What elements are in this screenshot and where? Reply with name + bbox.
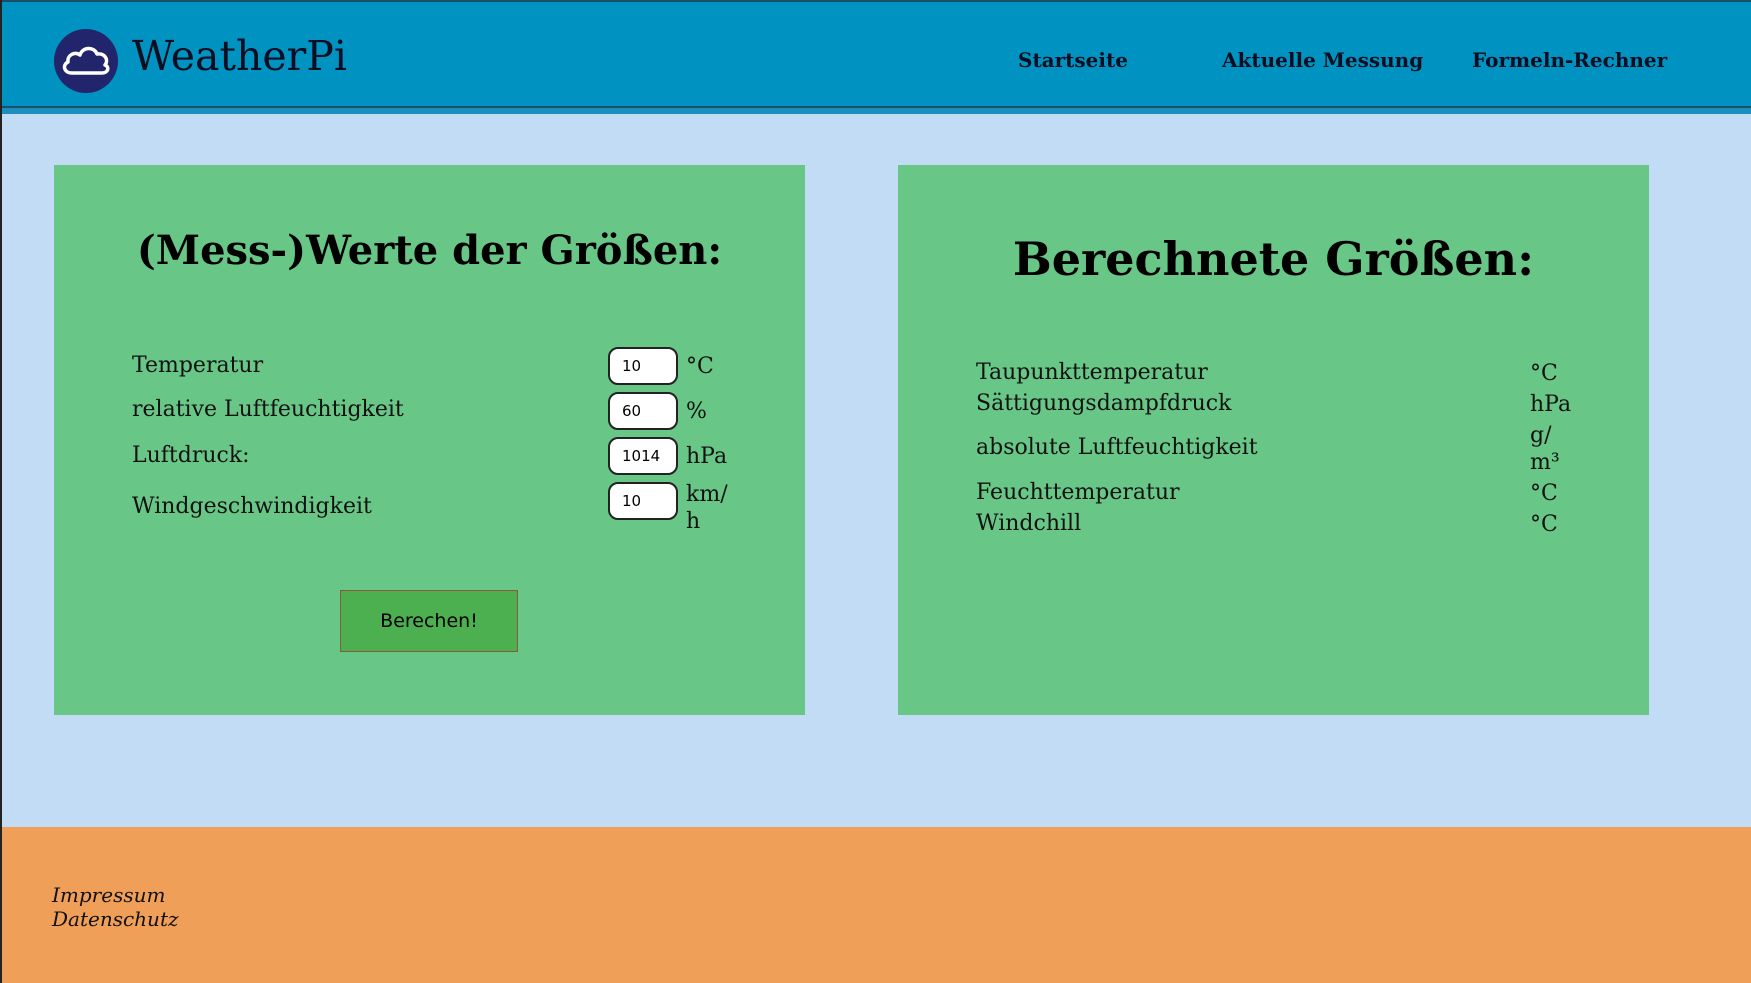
computed-values-panel: Berechnete Größen: Taupunkttemperatur °C… bbox=[898, 165, 1649, 715]
impressum-link[interactable]: Impressum bbox=[52, 883, 165, 907]
temperature-unit: °C bbox=[686, 354, 714, 379]
absolute-humidity-label: absolute Luftfeuchtigkeit bbox=[976, 435, 1258, 460]
wet-bulb-label: Feuchttemperatur bbox=[976, 480, 1180, 505]
dewpoint-unit: °C bbox=[1530, 361, 1558, 386]
header-underline bbox=[2, 108, 1751, 114]
absolute-humidity-unit: g/m³ bbox=[1530, 423, 1560, 475]
nav-startseite[interactable]: Startseite bbox=[1018, 48, 1128, 72]
saturation-pressure-label: Sättigungsdampfdruck bbox=[976, 391, 1232, 416]
input-values-panel: (Mess-)Werte der Größen: Temperatur °C r… bbox=[54, 165, 805, 715]
windspeed-unit: km/h bbox=[686, 482, 728, 534]
saturation-pressure-unit: hPa bbox=[1530, 392, 1572, 417]
pressure-unit: hPa bbox=[686, 444, 728, 469]
wet-bulb-unit: °C bbox=[1530, 481, 1558, 506]
brand-name[interactable]: WeatherPi bbox=[132, 32, 347, 80]
windchill-label: Windchill bbox=[976, 511, 1082, 536]
pressure-input[interactable] bbox=[608, 437, 678, 475]
top-header: WeatherPi Startseite Aktuelle Messung Fo… bbox=[2, 0, 1751, 108]
calculate-button[interactable]: Berechen! bbox=[340, 590, 518, 652]
humidity-input[interactable] bbox=[608, 392, 678, 430]
windspeed-input[interactable] bbox=[608, 482, 678, 520]
windspeed-label: Windgeschwindigkeit bbox=[132, 494, 372, 519]
humidity-unit: % bbox=[686, 399, 707, 424]
datenschutz-link[interactable]: Datenschutz bbox=[52, 907, 179, 931]
humidity-label: relative Luftfeuchtigkeit bbox=[132, 397, 404, 422]
temperature-input[interactable] bbox=[608, 347, 678, 385]
pressure-label: Luftdruck: bbox=[132, 443, 250, 468]
input-panel-title: (Mess-)Werte der Größen: bbox=[136, 227, 723, 274]
results-panel-title: Berechnete Größen: bbox=[1012, 232, 1535, 286]
windchill-unit: °C bbox=[1530, 512, 1558, 537]
dewpoint-label: Taupunkttemperatur bbox=[976, 360, 1208, 385]
temperature-label: Temperatur bbox=[132, 353, 264, 378]
nav-aktuelle-messung[interactable]: Aktuelle Messung bbox=[1222, 48, 1423, 72]
nav-formeln-rechner[interactable]: Formeln-Rechner bbox=[1472, 48, 1667, 72]
cloud-icon[interactable] bbox=[54, 29, 118, 93]
footer: Impressum Datenschutz bbox=[2, 827, 1751, 983]
